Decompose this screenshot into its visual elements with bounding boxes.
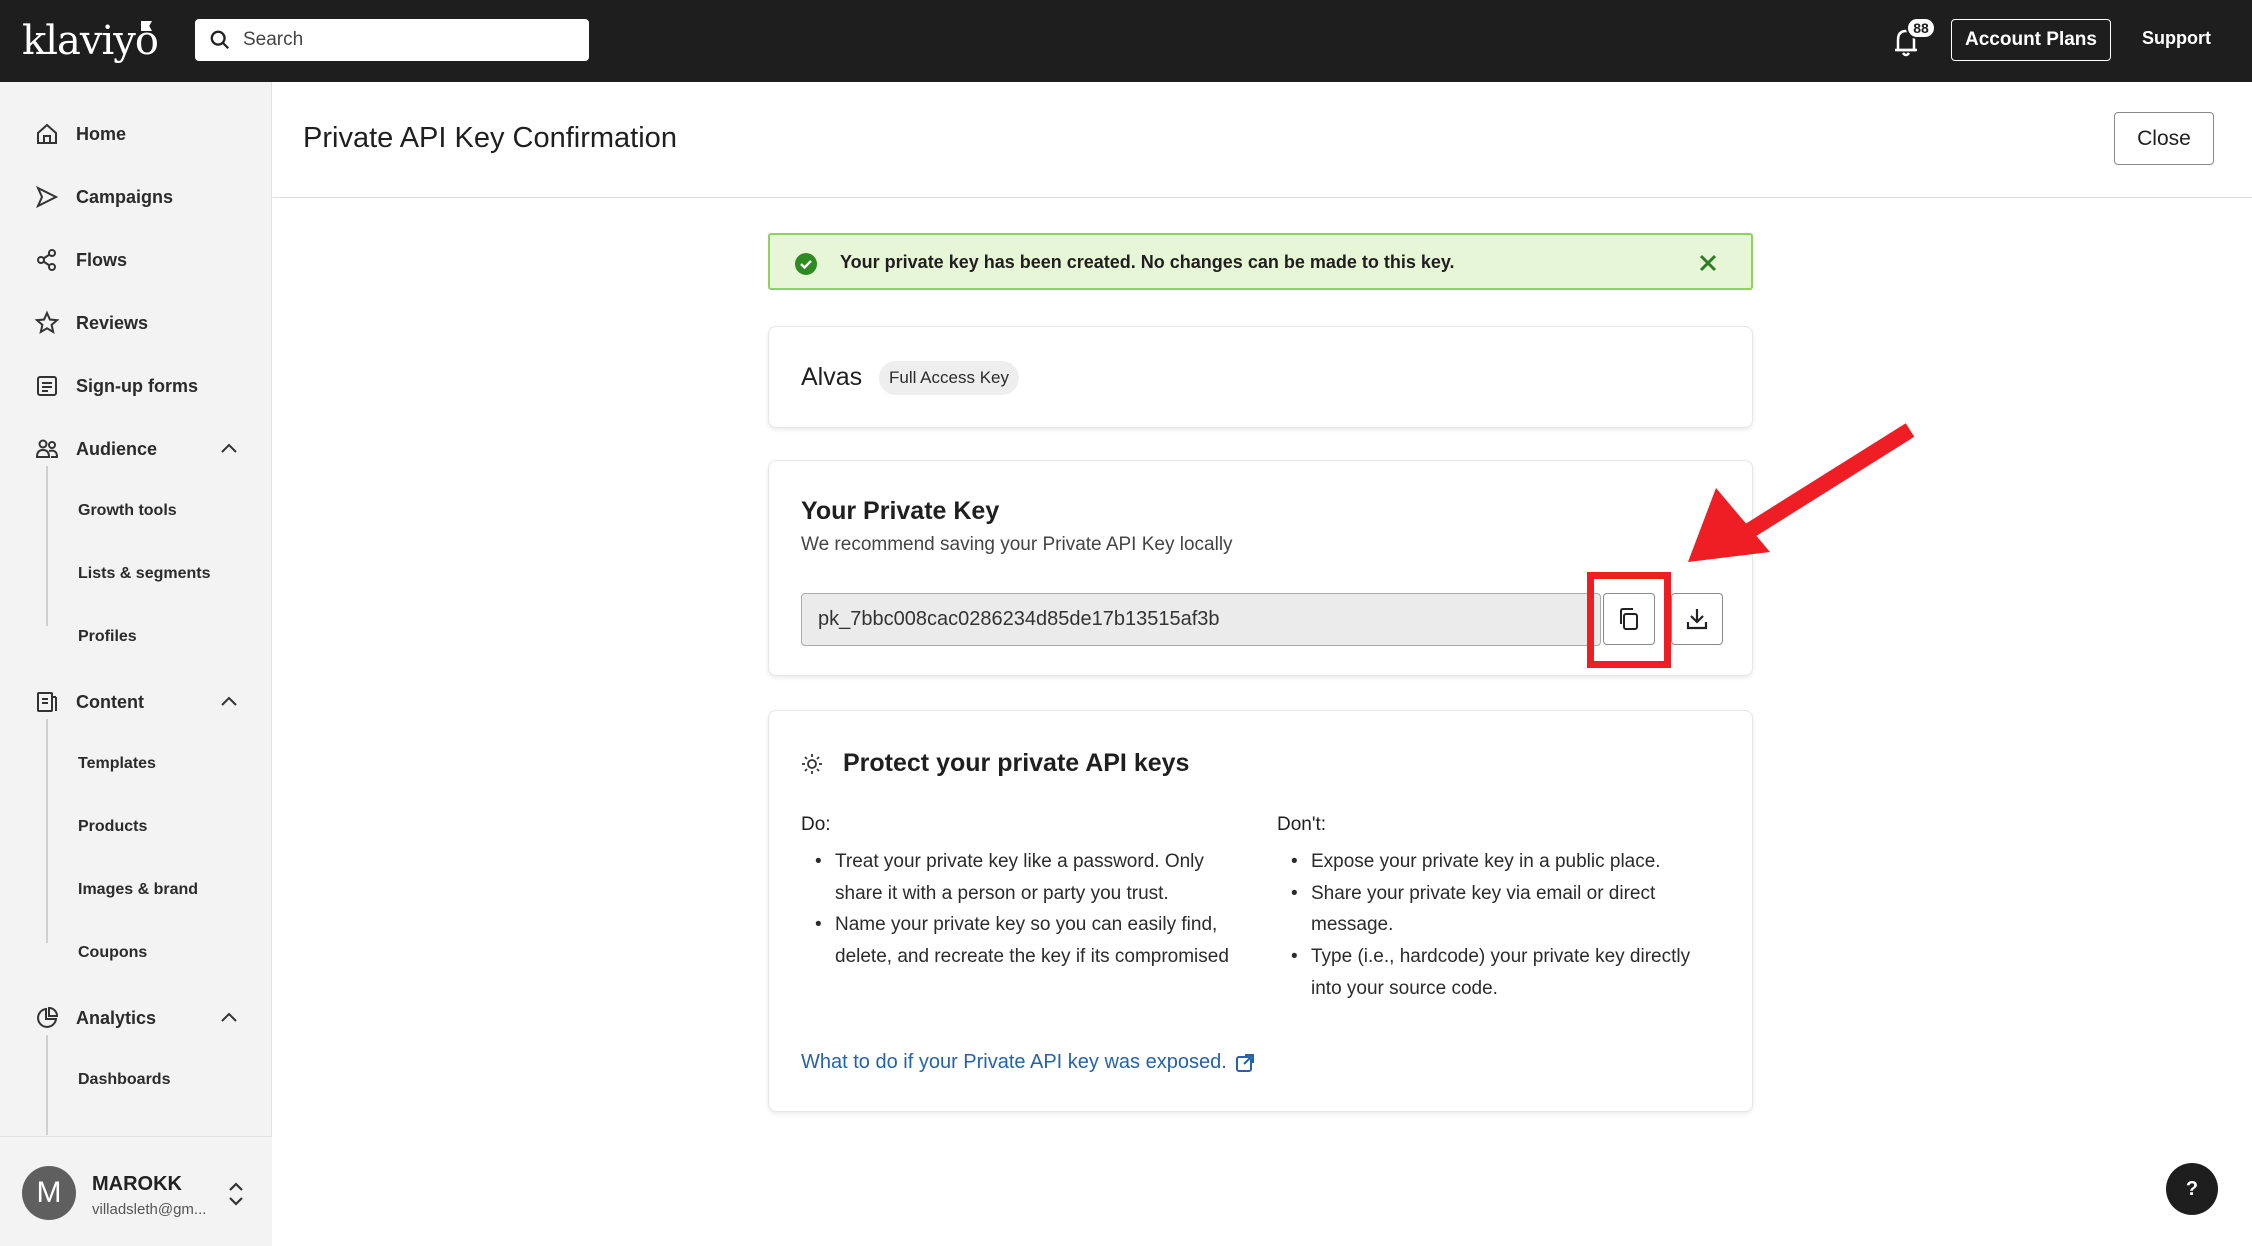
home-icon [37,123,57,144]
access-badge: Full Access Key [879,361,1019,395]
sidebar-item-label: Sign-up forms [76,375,198,396]
close-icon[interactable] [1694,249,1722,277]
page-title: Private API Key Confirmation [303,122,677,154]
sidebar-item-coupons[interactable]: Coupons [0,930,272,976]
search-icon [210,30,230,50]
sidebar-item-label: Campaigns [76,186,174,207]
protect-card: Protect your private API keys Do: Treat … [768,710,1753,1112]
sidebar-item-images-brand[interactable]: Images & brand [0,867,272,913]
sidebar-item-reviews[interactable]: Reviews [0,298,272,348]
close-button[interactable]: Close [2114,112,2214,165]
sidebar-item-label: Flows [76,249,128,270]
sidebar-item-content[interactable]: Content [0,677,272,727]
sidebar-subitem-label: Growth tools [78,502,177,519]
check-circle-icon [795,253,817,275]
private-key-title: Your Private Key [801,497,1000,525]
sidebar-item-growth-tools[interactable]: Growth tools [0,488,272,534]
sidebar-item-audience[interactable]: Audience [0,424,272,474]
protect-title: Protect your private API keys [843,749,1190,777]
chevron-up-icon[interactable] [218,1007,240,1029]
klaviyo-logo[interactable]: klaviyo [22,18,159,64]
key-name-card: Alvas Full Access Key [768,326,1753,428]
sidebar-subitem-label: Profiles [78,628,137,645]
sidebar-item-dashboards[interactable]: Dashboards [0,1057,272,1103]
sidebar-subitem-label: Products [78,818,148,835]
external-link-icon [1235,1053,1254,1072]
list-item: Type (i.e., hardcode) your private key d… [1277,941,1717,1004]
list-item: Treat your private key like a password. … [801,846,1241,909]
sidebar-item-lists-segments[interactable]: Lists & segments [0,551,272,597]
sidebar-item-home[interactable]: Home [0,109,272,159]
top-bar: klaviyo 88 Account Plans Support [0,0,2252,82]
avatar: M [22,1166,76,1220]
sidebar-item-label: Home [76,123,127,144]
profile-name: MAROKK [92,1173,182,1195]
chevron-up-icon[interactable] [218,691,240,713]
star-icon [34,310,60,335]
support-link[interactable]: Support [2142,28,2211,49]
account-plans-button[interactable]: Account Plans [1951,19,2111,61]
sidebar-subitem-label: Dashboards [78,1071,171,1088]
private-key-subtitle: We recommend saving your Private API Key… [801,534,1233,555]
sidebar-item-products[interactable]: Products [0,804,272,850]
dont-label: Don't: [1277,814,1327,835]
sidebar-subitem-label: Templates [78,755,156,772]
sidebar-item-templates[interactable]: Templates [0,741,272,787]
profile-section[interactable]: M MAROKK villadsleth@gm... [0,1136,272,1246]
key-name: Alvas [801,363,863,391]
lightbulb-icon [802,754,822,774]
sidebar-item-analytics[interactable]: Analytics [0,993,272,1043]
chevron-up-icon[interactable] [218,438,240,460]
sidebar-item-label: Audience [76,438,158,459]
notification-badge: 88 [1906,17,1936,39]
search-box[interactable] [195,19,589,61]
sidebar-subitem-label: Lists & segments [78,565,211,582]
page-header: Private API Key Confirmation Close [273,82,2252,198]
alert-message: Your private key has been created. No ch… [840,252,1455,272]
list-item: Name your private key so you can easily … [801,909,1241,972]
private-key-card: Your Private Key We recommend saving you… [768,460,1753,676]
copy-button[interactable] [1603,593,1655,645]
dont-list: Expose your private key in a public plac… [1277,846,1717,1005]
help-button[interactable]: ? [2166,1163,2218,1215]
sidebar-item-label: Reviews [76,312,149,333]
send-icon [35,185,59,209]
sidebar-item-signup-forms[interactable]: Sign-up forms [0,361,272,411]
content-icon [37,692,57,712]
sidebar: Home Campaigns Flows Reviews Sign-up for… [0,82,272,1246]
sidebar-item-profiles[interactable]: Profiles [0,614,272,660]
sidebar-item-campaigns[interactable]: Campaigns [0,172,272,222]
flows-icon [37,249,56,271]
sidebar-item-flows[interactable]: Flows [0,235,272,285]
do-label: Do: [801,814,831,835]
download-button[interactable] [1671,593,1723,645]
people-icon [35,439,59,458]
sidebar-item-label: Analytics [76,1007,157,1028]
search-input[interactable] [243,29,563,51]
exposed-key-link[interactable]: What to do if your Private API key was e… [801,1051,1255,1074]
chevron-up-down-icon[interactable] [224,1180,248,1208]
profile-email: villadsleth@gm... [92,1201,207,1218]
sidebar-item-label: Content [76,691,144,712]
success-alert: Your private key has been created. No ch… [768,233,1753,290]
sidebar-subitem-label: Images & brand [78,881,199,898]
list-item: Share your private key via email or dire… [1277,878,1717,941]
do-list: Treat your private key like a password. … [801,846,1241,973]
download-icon [1686,609,1708,630]
chart-icon [37,1006,59,1028]
sidebar-subitem-label: Coupons [78,944,148,961]
list-item: Expose your private key in a public plac… [1277,846,1717,878]
form-icon [37,376,57,396]
copy-icon [1620,608,1638,630]
exposed-key-link-text: What to do if your Private API key was e… [801,1051,1227,1073]
private-key-field[interactable] [801,593,1601,646]
